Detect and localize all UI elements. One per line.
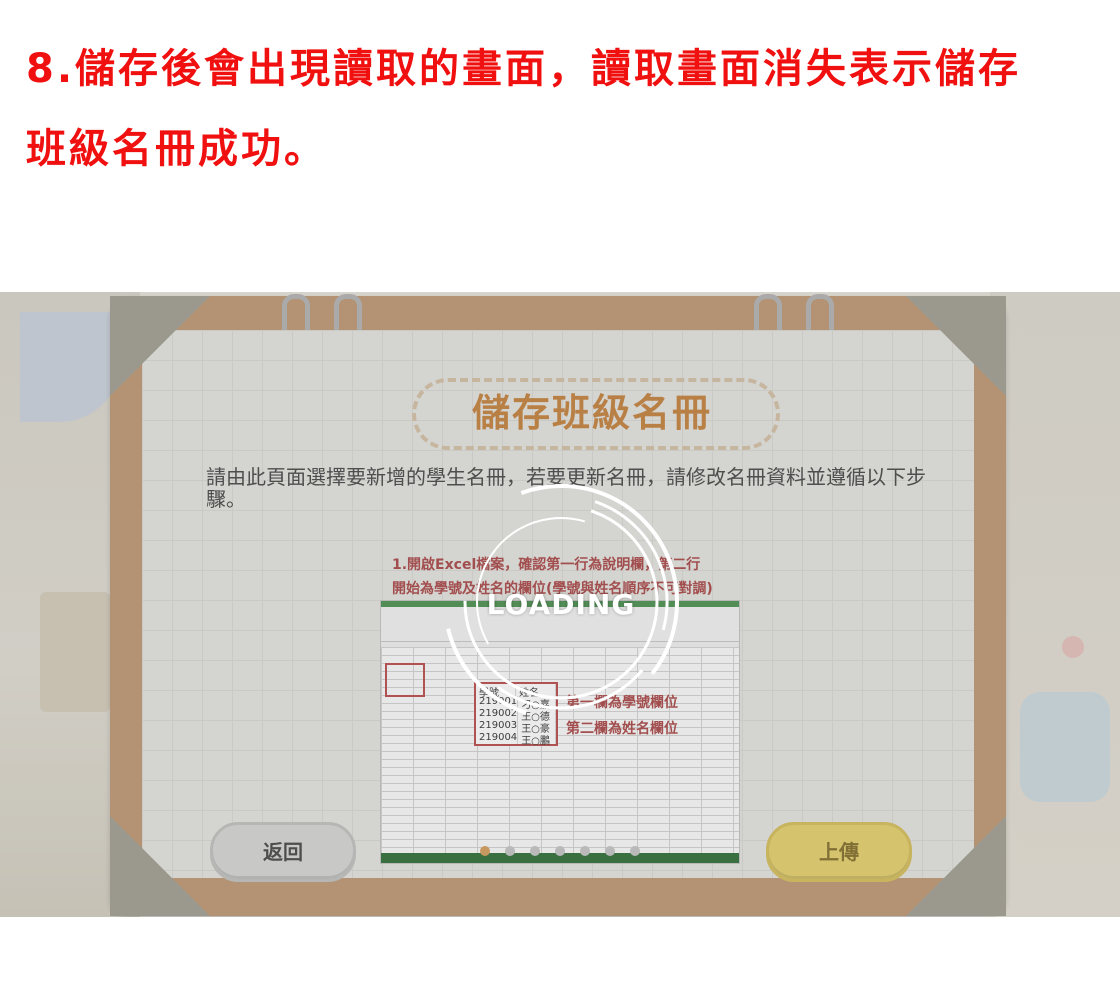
loading-indicator: LOADING: [436, 452, 686, 722]
caption-line-1: 8.儲存後會出現讀取的畫面，讀取畫面消失表示儲存: [26, 46, 1022, 92]
caption-line-2: 班級名冊成功。: [26, 126, 327, 172]
app-screenshot: 儲存班級名冊 請由此頁面選擇要新增的學生名冊，若要更新名冊，請修改名冊資料並遵循…: [0, 292, 1120, 917]
loading-spinner-icon: [443, 484, 679, 720]
loading-label: LOADING: [486, 588, 636, 621]
